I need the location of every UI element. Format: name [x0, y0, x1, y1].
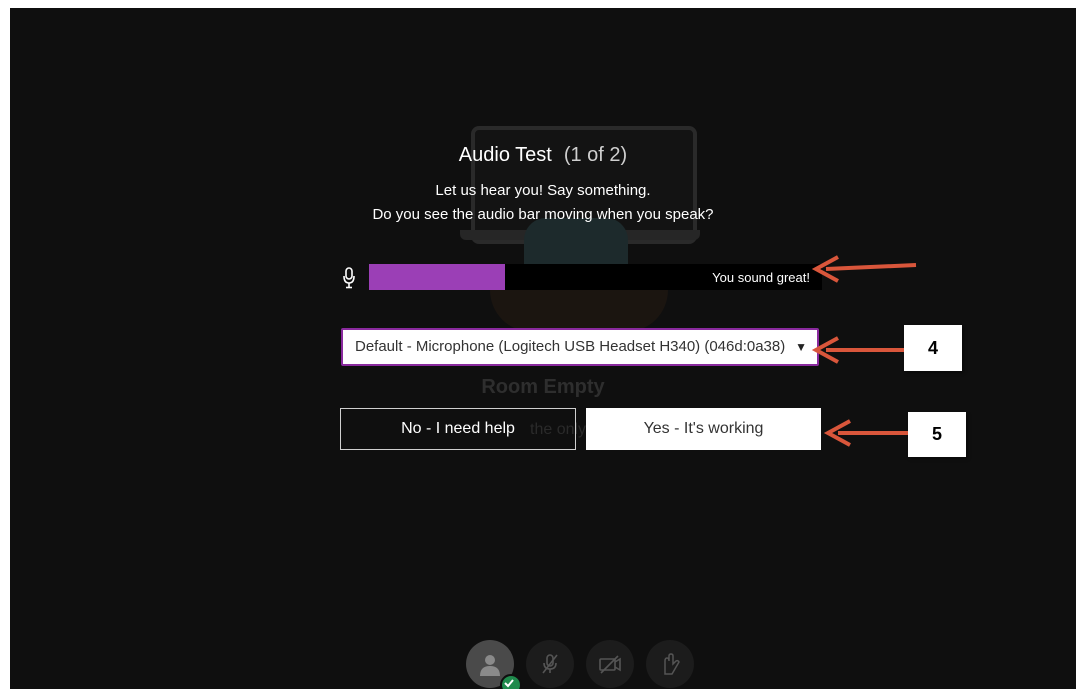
room-empty-title: Room Empty	[481, 376, 605, 398]
microphone-icon	[343, 267, 355, 289]
microphone-select-value: Default - Microphone (Logitech USB Heads…	[355, 338, 786, 355]
prompt-line-2: Do you see the audio bar moving when you…	[372, 206, 714, 223]
microphone-toggle-button[interactable]	[526, 640, 574, 688]
background-bowl-illustration	[490, 290, 668, 332]
status-badge	[500, 674, 522, 689]
raise-hand-icon	[664, 653, 680, 675]
camera-off-icon	[599, 655, 621, 674]
dialog-title-row: Audio Test (1 of 2)	[10, 144, 1076, 167]
microphone-muted-icon	[542, 654, 558, 674]
microphone-select[interactable]: Default - Microphone (Logitech USB Heads…	[341, 328, 819, 366]
annotation-arrow-select	[811, 336, 904, 364]
raise-hand-button[interactable]	[646, 640, 694, 688]
checkmark-icon	[504, 679, 514, 688]
avatar-icon	[480, 655, 500, 676]
callout-4: 4	[904, 325, 962, 371]
dialog-title: Audio Test	[458, 144, 552, 166]
audio-level-fill	[369, 264, 505, 290]
prompt-line-1: Let us hear you! Say something.	[435, 182, 651, 199]
no-need-help-button[interactable]: No - I need help	[340, 408, 576, 450]
annotation-arrow-meter	[811, 255, 917, 283]
step-counter: (1 of 2)	[563, 144, 628, 166]
audio-status-text: You sound great!	[712, 270, 810, 285]
avatar[interactable]	[466, 640, 522, 689]
audio-level-meter: You sound great!	[369, 264, 822, 290]
chevron-down-icon[interactable]: ▼	[795, 330, 807, 364]
annotation-arrow-yes-button	[823, 419, 910, 447]
callout-5: 5	[908, 412, 966, 457]
camera-toggle-button[interactable]	[586, 640, 634, 688]
yes-its-working-button[interactable]: Yes - It's working	[586, 408, 821, 450]
